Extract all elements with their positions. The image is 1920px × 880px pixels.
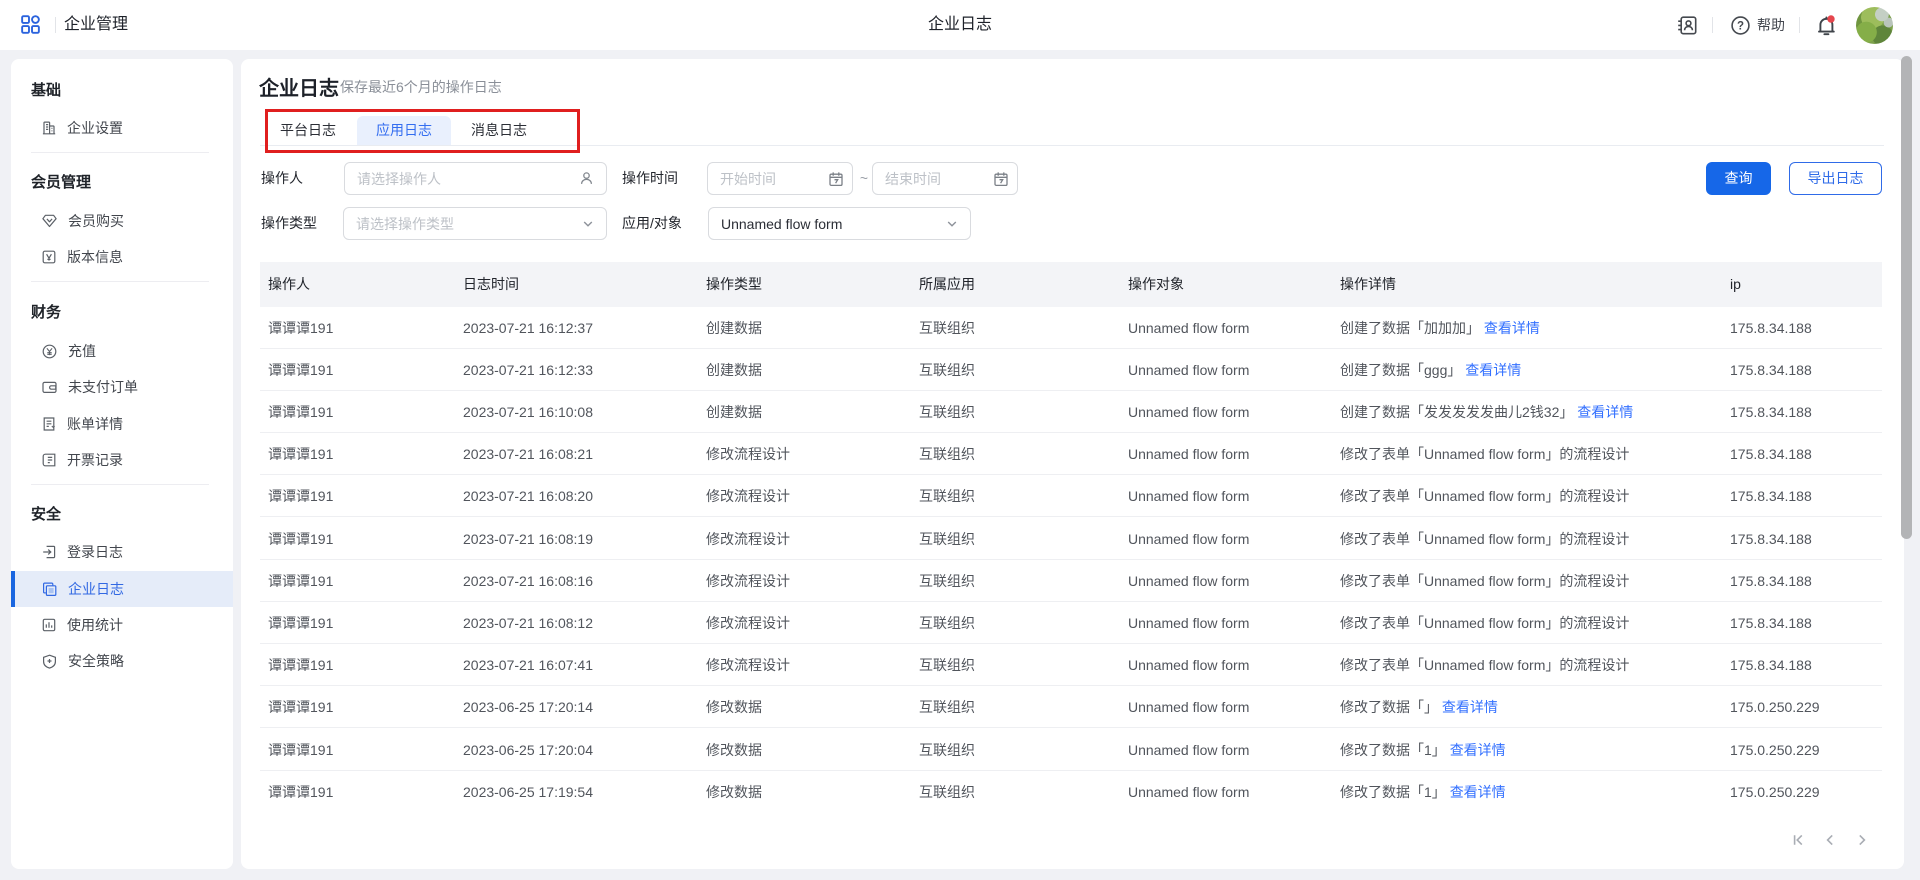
svg-text:?: ? xyxy=(1737,20,1744,32)
